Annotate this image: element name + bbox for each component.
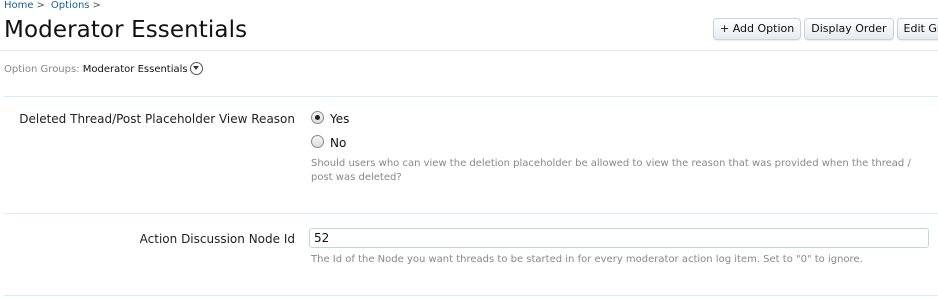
option-groups-switcher: Option Groups: Moderator Essentials — [4, 62, 203, 75]
divider — [0, 50, 938, 51]
deleted-reason-no-label: No — [330, 136, 347, 150]
option-groups-value[interactable]: Moderator Essentials — [83, 64, 188, 75]
breadcrumb-home-link[interactable]: Home — [4, 0, 34, 11]
discussion-node-input[interactable]: 52 — [309, 228, 929, 248]
display-order-button[interactable]: Display Order — [804, 18, 894, 40]
divider — [4, 213, 938, 214]
deleted-reason-yes-option[interactable]: Yes — [311, 111, 349, 126]
page-title: Moderator Essentials — [4, 17, 248, 43]
breadcrumb: Home > Options > — [4, 0, 107, 11]
divider — [4, 96, 938, 97]
deleted-reason-yes-label: Yes — [330, 112, 350, 126]
deleted-reason-explain: Should users who can view the deletion p… — [311, 158, 911, 183]
breadcrumb-options-link[interactable]: Options — [51, 0, 90, 11]
radio-checked-icon[interactable] — [311, 111, 324, 124]
breadcrumb-separator: > — [36, 0, 45, 11]
chevron-down-circle-icon[interactable] — [189, 62, 203, 75]
deleted-reason-no-option[interactable]: No — [311, 135, 346, 150]
top-controls: + Add OptionDisplay OrderEdit Gro — [713, 18, 938, 40]
option-groups-label: Option Groups: — [4, 64, 80, 75]
divider — [4, 295, 938, 296]
deleted-reason-label: Deleted Thread/Post Placeholder View Rea… — [19, 112, 295, 126]
discussion-node-label: Action Discussion Node Id — [139, 232, 295, 246]
radio-unchecked-icon[interactable] — [311, 135, 324, 148]
add-option-button[interactable]: + Add Option — [713, 18, 802, 40]
edit-group-button[interactable]: Edit Gro — [896, 18, 938, 40]
breadcrumb-separator: > — [92, 0, 101, 11]
discussion-node-explain: The Id of the Node you want threads to b… — [311, 254, 863, 265]
